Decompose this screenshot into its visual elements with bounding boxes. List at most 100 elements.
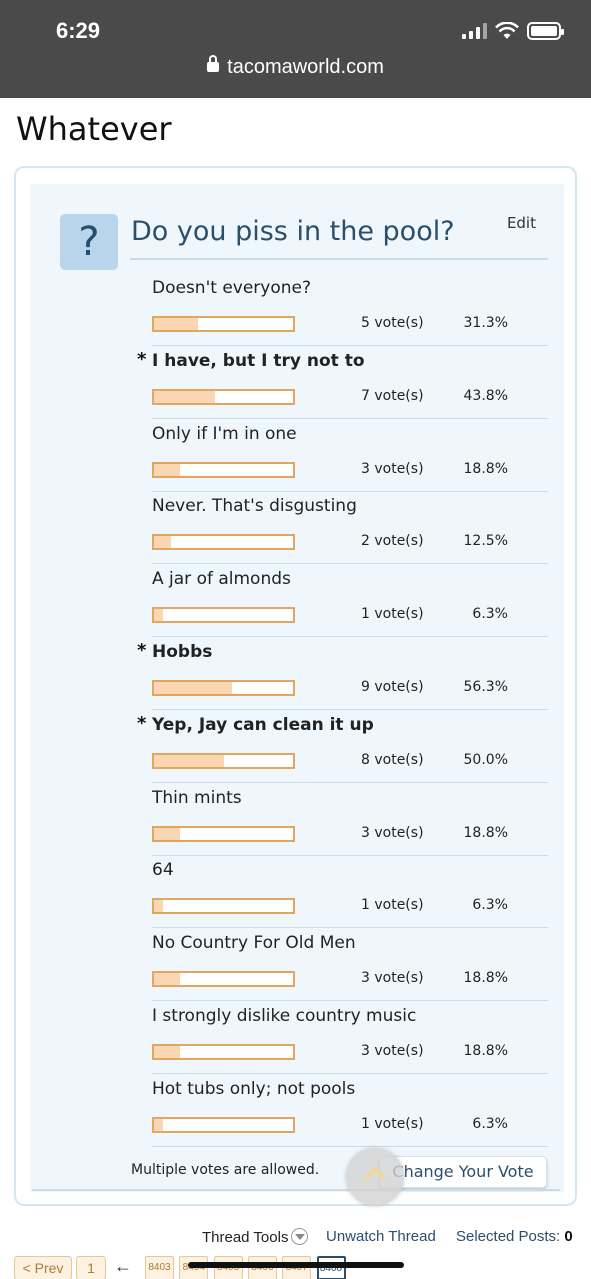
first-page-button[interactable]: 1 [76,1256,106,1279]
vote-count: 7 vote(s) [361,387,424,404]
selected-posts-label: Selected Posts: [456,1228,561,1245]
vote-bar [152,898,295,915]
thread-toolbar: Thread Tools Unwatch Thread Selected Pos… [0,1226,591,1250]
vote-bar-fill [154,1046,181,1058]
vote-percent: 6.3% [472,1115,508,1132]
poll-option: A jar of almonds 1 vote(s) 6.3% [30,554,564,638]
address-bar[interactable]: tacomaworld.com [0,55,591,79]
vote-percent: 18.8% [463,970,508,987]
vote-count: 1 vote(s) [361,606,424,623]
selected-posts[interactable]: Selected Posts: 0 [456,1228,573,1245]
unwatch-thread-link[interactable]: Unwatch Thread [326,1228,436,1245]
vote-bar-fill [154,754,224,767]
signal-icon [462,23,487,39]
poll-panel: ? Do you piss in the pool? Edit Doesn't … [30,184,564,1192]
status-bar: 6:29 tacomaworld.com [0,0,591,98]
chosen-marker: * [137,640,147,661]
option-label: Yep, Jay can clean it up [152,714,374,735]
vote-count: 1 vote(s) [361,897,424,914]
divider [130,258,548,260]
poll-option: * Yep, Jay can clean it up 8 vote(s) 50.0% [30,700,564,783]
thread-tools-menu[interactable]: Thread Tools [202,1228,309,1246]
vote-bar [152,971,295,988]
vote-count: 8 vote(s) [361,751,424,768]
vote-percent: 18.8% [463,1043,508,1059]
vote-bar [152,752,295,769]
thread-tools-label: Thread Tools [202,1229,289,1246]
vote-percent: 18.8% [463,824,508,841]
url-text: tacomaworld.com [227,56,384,78]
option-label: Only if I'm in one [152,423,297,444]
vote-bar [152,825,295,842]
vote-count: 1 vote(s) [361,1115,424,1132]
poll-option: Thin mints 3 vote(s) 18.8% [30,773,564,856]
chosen-marker: * [137,348,147,370]
multiple-votes-note: Multiple votes are allowed. [131,1162,320,1178]
vote-bar [152,680,295,696]
vote-count: 9 vote(s) [361,679,424,695]
vote-bar [152,607,295,624]
poll-option: * I have, but I try not to 7 vote(s) 43.8% [30,336,564,419]
vote-bar-fill [154,536,172,549]
selected-posts-count: 0 [564,1228,573,1245]
vote-percent: 12.5% [463,533,508,550]
option-label: Doesn't everyone? [152,278,312,298]
scroll-top-icon[interactable] [346,1148,404,1206]
vote-percent: 18.8% [463,460,508,477]
vote-count: 3 vote(s) [361,970,424,987]
option-label: Thin mints [152,787,242,808]
vote-bar [152,534,295,551]
vote-bar-fill [154,1118,163,1131]
poll-option: No Country For Old Men 3 vote(s) 18.8% [30,918,564,1002]
option-label: Never. That's disgusting [152,496,357,517]
thread-title: Whatever [16,110,172,148]
vote-bar-fill [154,609,163,622]
divider [152,1145,548,1147]
vote-percent: 43.8% [463,387,508,404]
system-icons [462,22,564,40]
poll-option: 64 1 vote(s) 6.3% [30,845,564,929]
question-icon: ? [60,214,118,270]
vote-count: 2 vote(s) [361,533,424,550]
vote-percent: 56.3% [463,679,508,695]
vote-bar [152,388,295,405]
poll-option: I strongly dislike country music 3 vote(s… [30,991,564,1074]
vote-bar [152,1116,295,1133]
battery-icon [527,22,564,40]
option-label: A jar of almonds [152,569,291,590]
skip-arrow: ← [114,1256,132,1276]
vote-bar [152,1044,295,1060]
option-label: I strongly dislike country music [152,1006,417,1026]
vote-bar-fill [154,390,215,403]
option-label: Hot tubs only; not pools [152,1078,356,1099]
vote-count: 3 vote(s) [361,460,424,477]
wifi-icon [495,22,519,39]
lock-icon [207,55,220,72]
vote-count: 3 vote(s) [361,1043,424,1059]
divider [32,1189,560,1191]
poll-option: Hot tubs only; not pools 1 vote(s) 6.3% [30,1064,564,1147]
vote-percent: 50.0% [463,751,508,768]
vote-bar-fill [154,463,181,476]
vote-bar [152,316,295,332]
option-label: Hobbs [152,642,213,662]
poll-option: * Hobbs 9 vote(s) 56.3% [30,627,564,710]
option-label: 64 [152,860,174,881]
vote-bar-fill [154,682,233,694]
vote-bar-fill [154,900,163,913]
prev-page-button[interactable]: < Prev [14,1256,72,1279]
option-label: I have, but I try not to [152,350,365,371]
vote-percent: 6.3% [472,606,508,623]
change-vote-button[interactable]: Change Your Vote [379,1156,547,1188]
vote-percent: 31.3% [463,315,508,331]
poll-option: Doesn't everyone? 5 vote(s) 31.3% [30,263,564,346]
clock: 6:29 [56,18,101,43]
poll-option: Only if I'm in one 3 vote(s) 18.8% [30,409,564,492]
vote-bar-fill [154,973,181,986]
vote-bar [152,461,295,478]
page-number-button[interactable]: 8403 [145,1256,174,1279]
vote-bar-fill [154,318,198,330]
home-indicator [188,1262,404,1268]
edit-link[interactable]: Edit [507,214,536,232]
vote-bar-fill [154,827,181,840]
